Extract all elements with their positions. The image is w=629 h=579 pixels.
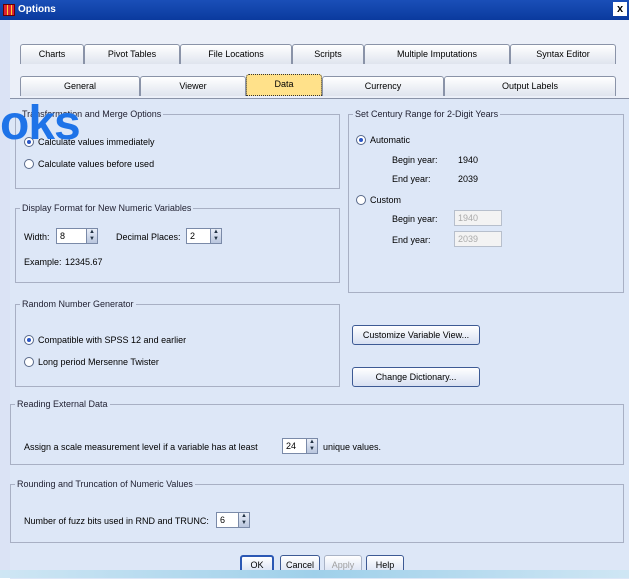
tab-syntax-editor[interactable]: Syntax Editor bbox=[510, 44, 616, 64]
tab-charts[interactable]: Charts bbox=[20, 44, 84, 64]
calc-before-used-radio[interactable] bbox=[24, 159, 34, 169]
window-title: Options bbox=[18, 4, 56, 15]
bottom-decor-strip bbox=[0, 570, 629, 578]
customize-variable-view-button[interactable]: Customize Variable View... bbox=[352, 325, 480, 345]
width-label: Width: bbox=[24, 232, 50, 242]
scale-threshold-suffix: unique values. bbox=[323, 442, 382, 452]
data-tab-panel: Transformation and Merge Options Calcula… bbox=[10, 98, 629, 579]
custom-begin-year-field[interactable]: 1940 bbox=[454, 210, 502, 226]
spin-arrows-icon[interactable]: ▲ ▼ bbox=[210, 229, 221, 243]
random-number-title: Random Number Generator bbox=[22, 299, 134, 309]
spin-arrows-icon[interactable]: ▲ ▼ bbox=[306, 439, 317, 453]
auto-end-year-label: End year: bbox=[392, 174, 431, 184]
decimal-places-value: 2 bbox=[190, 231, 196, 241]
compatible-spss12-label: Compatible with SPSS 12 and earlier bbox=[38, 335, 187, 345]
fuzz-bits-spinner[interactable]: 6 ▲ ▼ bbox=[216, 512, 250, 528]
auto-begin-year-label: Begin year: bbox=[392, 155, 438, 165]
spin-arrows-icon[interactable]: ▲ ▼ bbox=[86, 229, 97, 243]
rounding-truncation-title: Rounding and Truncation of Numeric Value… bbox=[17, 479, 193, 489]
custom-end-year-field[interactable]: 2039 bbox=[454, 231, 502, 247]
scale-threshold-prefix: Assign a scale measurement level if a va… bbox=[24, 442, 258, 452]
watermark-text: oks bbox=[0, 97, 81, 150]
tab-scripts[interactable]: Scripts bbox=[292, 44, 364, 64]
reading-external-data-title: Reading External Data bbox=[17, 399, 108, 409]
decimal-places-spinner[interactable]: 2 ▲ ▼ bbox=[186, 228, 222, 244]
close-icon[interactable]: x bbox=[613, 2, 627, 16]
display-format-title: Display Format for New Numeric Variables bbox=[22, 203, 192, 213]
title-bar: Options x bbox=[0, 0, 629, 20]
tab-output-labels[interactable]: Output Labels bbox=[444, 76, 616, 96]
mersenne-twister-radio[interactable] bbox=[24, 357, 34, 367]
scale-threshold-value: 24 bbox=[286, 441, 297, 451]
change-dictionary-button[interactable]: Change Dictionary... bbox=[352, 367, 480, 387]
century-automatic-label: Automatic bbox=[370, 135, 411, 145]
century-custom-radio[interactable] bbox=[356, 195, 366, 205]
tab-data[interactable]: Data bbox=[246, 74, 322, 96]
century-range-title: Set Century Range for 2-Digit Years bbox=[355, 109, 499, 119]
custom-end-year-label: End year: bbox=[392, 235, 431, 245]
rounding-truncation-group: Rounding and Truncation of Numeric Value… bbox=[10, 479, 624, 543]
auto-end-year-value: 2039 bbox=[458, 174, 479, 184]
custom-begin-year-label: Begin year: bbox=[392, 214, 438, 224]
width-value: 8 bbox=[60, 231, 66, 241]
tab-file-locations[interactable]: File Locations bbox=[180, 44, 292, 64]
width-spinner[interactable]: 8 ▲ ▼ bbox=[56, 228, 98, 244]
compatible-spss12-radio[interactable] bbox=[24, 335, 34, 345]
example-label: Example: bbox=[24, 257, 62, 267]
mersenne-twister-label: Long period Mersenne Twister bbox=[38, 357, 159, 367]
tab-general[interactable]: General bbox=[20, 76, 140, 96]
fuzz-bits-label: Number of fuzz bits used in RND and TRUN… bbox=[24, 516, 209, 526]
tab-multiple-imputations[interactable]: Multiple Imputations bbox=[364, 44, 510, 64]
spin-arrows-icon[interactable]: ▲ ▼ bbox=[238, 513, 249, 527]
tab-pivot-tables[interactable]: Pivot Tables bbox=[84, 44, 180, 64]
scale-threshold-spinner[interactable]: 24 ▲ ▼ bbox=[282, 438, 318, 454]
century-automatic-radio[interactable] bbox=[356, 135, 366, 145]
fuzz-bits-value: 6 bbox=[220, 515, 226, 525]
auto-begin-year-value: 1940 bbox=[458, 155, 479, 165]
options-window: Options x Charts Pivot Tables File Locat… bbox=[0, 0, 629, 579]
calc-before-used-label: Calculate values before used bbox=[38, 159, 155, 169]
century-custom-label: Custom bbox=[370, 195, 402, 205]
decimal-places-label: Decimal Places: bbox=[116, 232, 181, 242]
tab-viewer[interactable]: Viewer bbox=[140, 76, 246, 96]
example-value: 12345.67 bbox=[65, 257, 103, 267]
spss-grid-icon bbox=[3, 4, 15, 16]
tab-currency[interactable]: Currency bbox=[322, 76, 444, 96]
reading-external-data-group: Reading External Data bbox=[10, 399, 624, 465]
